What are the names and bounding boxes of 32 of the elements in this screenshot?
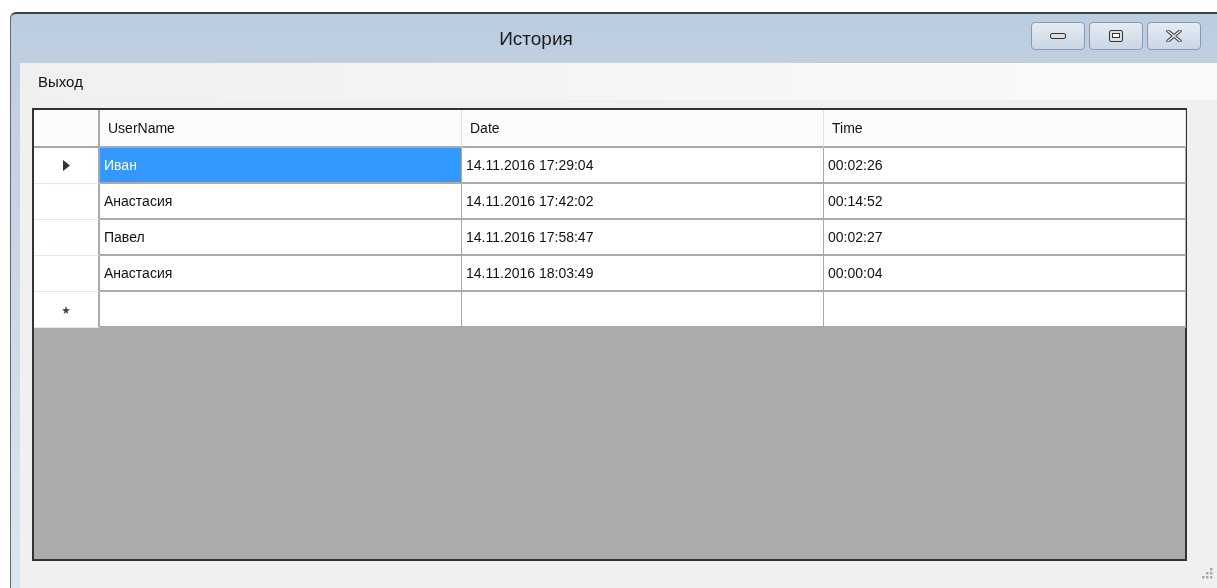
row-header[interactable] xyxy=(34,220,100,256)
close-icon xyxy=(1166,29,1182,42)
table-cell[interactable]: 14.11.2016 17:58:47 xyxy=(462,220,824,256)
row-header[interactable] xyxy=(34,148,100,184)
column-header[interactable]: Time xyxy=(824,110,1186,148)
table-cell[interactable] xyxy=(100,292,462,328)
window-title: История xyxy=(498,27,574,50)
table-cell[interactable]: Анастасия xyxy=(100,256,462,292)
table-cell[interactable] xyxy=(824,292,1186,328)
table-cell[interactable]: Павел xyxy=(100,220,462,256)
menu-item[interactable]: Выход xyxy=(37,71,84,92)
resize-grip-icon xyxy=(1201,567,1213,579)
close-button[interactable] xyxy=(1147,21,1201,50)
row-header[interactable] xyxy=(34,184,100,220)
column-header[interactable]: Date xyxy=(462,110,824,148)
maximize-icon xyxy=(1109,29,1123,42)
table-cell[interactable]: 14.11.2016 17:29:04 xyxy=(462,148,824,184)
row-header[interactable] xyxy=(34,292,100,328)
minimize-button[interactable] xyxy=(1031,21,1085,50)
table-cell[interactable]: 00:02:26 xyxy=(824,148,1186,184)
minimize-icon xyxy=(1050,32,1066,39)
table-cell[interactable]: 00:14:52 xyxy=(824,184,1186,220)
column-header[interactable]: UserName xyxy=(100,110,462,148)
table-cell[interactable]: 14.11.2016 18:03:49 xyxy=(462,256,824,292)
table-cell[interactable] xyxy=(462,292,824,328)
table-cell[interactable]: 00:00:04 xyxy=(824,256,1186,292)
table-cell[interactable]: Анастасия xyxy=(100,184,462,220)
table-cell[interactable]: 14.11.2016 17:42:02 xyxy=(462,184,824,220)
table-cell[interactable]: 00:02:27 xyxy=(824,220,1186,256)
row-header[interactable] xyxy=(34,256,100,292)
new-row-icon xyxy=(62,305,70,314)
maximize-button[interactable] xyxy=(1089,21,1143,50)
